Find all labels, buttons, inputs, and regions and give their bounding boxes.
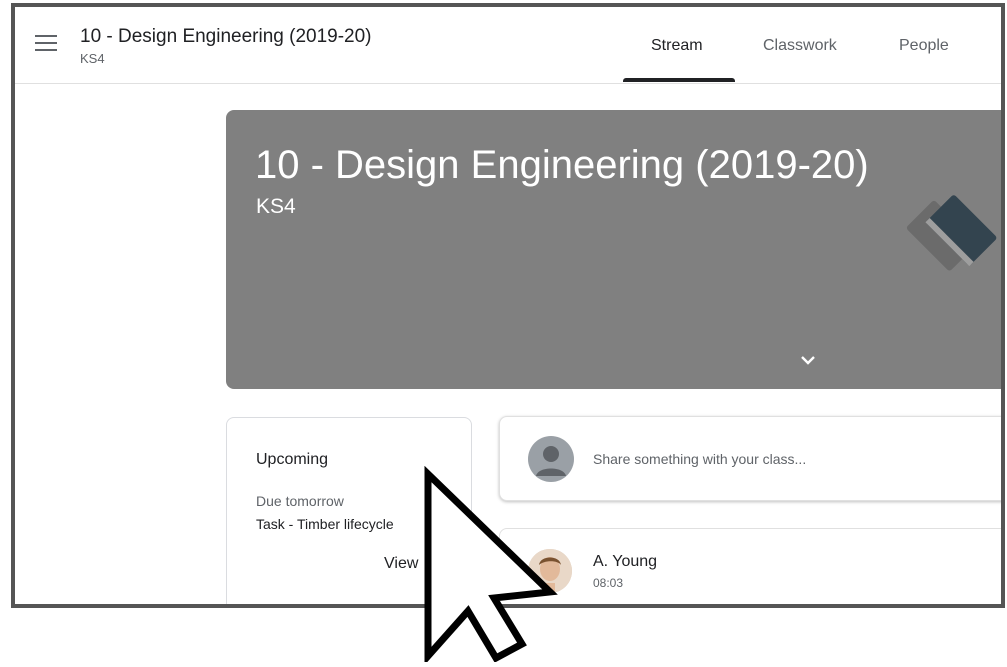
tab-stream[interactable]: Stream xyxy=(651,37,703,55)
post-author: A. Young xyxy=(593,553,658,570)
post-time: 08:03 xyxy=(593,576,624,590)
mouse-pointer-icon xyxy=(418,465,558,667)
top-app-bar: 10 - Design Engineering (2019-20) KS4 St… xyxy=(15,7,1001,84)
banner-section: KS4 xyxy=(256,195,296,218)
books-icon xyxy=(891,185,1001,340)
tab-classwork[interactable]: Classwork xyxy=(763,37,837,55)
active-tab-indicator xyxy=(623,78,735,82)
share-announcement-box[interactable]: Share something with your class... xyxy=(499,416,1001,501)
course-section: KS4 xyxy=(80,51,105,66)
tab-people[interactable]: People xyxy=(899,37,949,55)
hamburger-menu-icon[interactable] xyxy=(35,35,57,51)
view-all-button[interactable]: View xyxy=(384,555,418,573)
upcoming-title: Upcoming xyxy=(256,451,329,468)
stream-post: A. Young 08:03 xyxy=(499,528,1001,604)
due-label: Due tomorrow xyxy=(256,493,344,509)
course-title[interactable]: 10 - Design Engineering (2019-20) xyxy=(80,26,372,48)
share-placeholder: Share something with your class... xyxy=(593,451,807,467)
upcoming-task-link[interactable]: Task - Timber lifecycle xyxy=(256,516,394,532)
banner-title: 10 - Design Engineering (2019-20) xyxy=(255,143,869,187)
class-banner: 10 - Design Engineering (2019-20) KS4 xyxy=(226,110,1001,389)
chevron-down-icon[interactable] xyxy=(796,348,820,372)
